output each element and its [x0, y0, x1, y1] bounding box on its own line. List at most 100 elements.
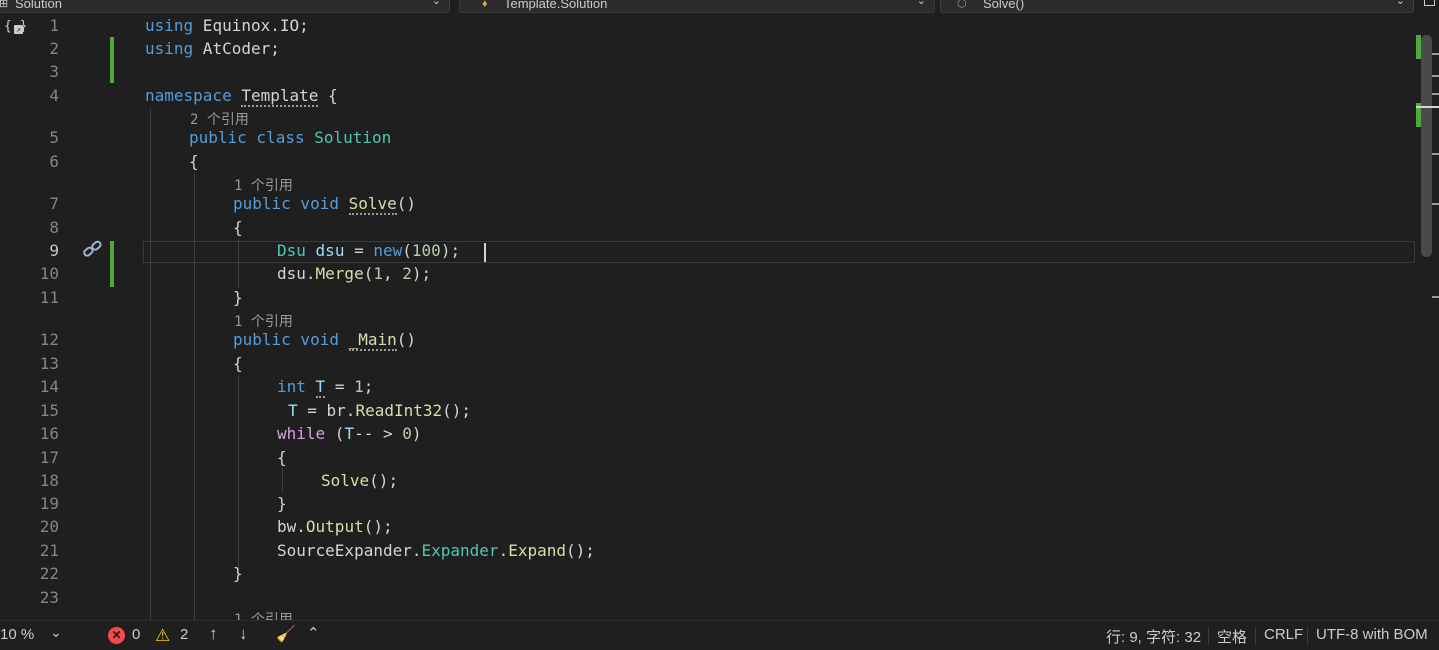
keyword: using: [145, 39, 194, 58]
code-text: ): [411, 424, 422, 443]
text-caret: [484, 243, 486, 262]
keyword: int: [277, 377, 306, 396]
code-text: {: [233, 218, 243, 237]
line-number: 3: [49, 62, 59, 81]
code-line[interactable]: {: [189, 152, 199, 171]
chevron-down-icon: ⌄: [1395, 0, 1405, 7]
line-number: 7: [49, 194, 59, 213]
code-line[interactable]: dsu.Merge(1, 2);: [277, 264, 431, 283]
warning-icon[interactable]: ⚠: [155, 626, 170, 646]
zoom-level[interactable]: 10 %: [0, 626, 34, 643]
number-literal: 2: [402, 264, 412, 283]
code-text: dsu.: [277, 264, 316, 283]
code-line[interactable]: }: [233, 564, 243, 583]
code-line[interactable]: {: [233, 218, 243, 237]
chevron-down-icon[interactable]: ⌄: [50, 624, 62, 641]
error-count[interactable]: 0: [132, 626, 140, 643]
line-number: 16: [39, 424, 59, 443]
line-number: 11: [39, 288, 59, 307]
line-number: 20: [39, 517, 59, 536]
chevron-down-icon: ⌄: [916, 0, 926, 7]
code-line[interactable]: T = br.ReadInt32();: [288, 401, 471, 420]
code-line[interactable]: using AtCoder;: [145, 39, 280, 58]
code-text: .: [498, 541, 509, 560]
link-icon[interactable]: [82, 240, 104, 260]
method-name: Output: [305, 517, 364, 536]
codelens-references[interactable]: 1 个引用: [234, 609, 293, 620]
line-number: 15: [39, 401, 59, 420]
member-dropdown[interactable]: ⬡ Solve() ⌄: [940, 0, 1414, 13]
code-line[interactable]: namespace Template {: [145, 86, 338, 107]
scrollbar-thumb[interactable]: [1421, 35, 1432, 257]
code-text: .: [411, 541, 422, 560]
code-text: SourceExpander: [277, 541, 412, 560]
line-number: 10: [39, 264, 59, 283]
indentation-mode[interactable]: 空格: [1217, 626, 1247, 647]
overview-marker: [1432, 153, 1439, 155]
cursor-position[interactable]: 行: 9, 字符: 32: [1106, 626, 1201, 647]
number-literal: 1: [373, 264, 383, 283]
code-line[interactable]: bw.Output();: [277, 517, 393, 536]
line-number: 19: [39, 494, 59, 513]
code-text: ();: [566, 541, 595, 560]
code-text: );: [440, 241, 461, 260]
overview-caret-marker: [1416, 106, 1439, 108]
code-cleanup-icon[interactable]: 🧹: [276, 624, 296, 644]
arrow-up-icon[interactable]: ↑: [209, 624, 218, 644]
codelens-references[interactable]: 2 个引用: [190, 109, 249, 129]
code-line[interactable]: }: [277, 494, 287, 513]
keyword: namespace: [145, 86, 232, 105]
code-text: Equinox.IO;: [193, 16, 309, 35]
code-text: ();: [363, 517, 393, 536]
class-icon: ⊞: [0, 0, 9, 10]
variable-name: T: [288, 401, 298, 420]
code-line[interactable]: {: [277, 448, 287, 467]
keyword: using: [145, 16, 194, 35]
code-editor[interactable]: { } ↗ 1 2 3 4 5 6 7 8 9 10 11 12 13 14 15…: [0, 13, 1439, 620]
code-line[interactable]: while (T-- > 0): [277, 424, 422, 443]
code-text: = br.: [297, 401, 356, 420]
member-dropdown-label: Solve(): [983, 0, 1025, 11]
control-keyword: while: [277, 424, 326, 443]
code-line[interactable]: public void _Main(): [233, 330, 416, 351]
codelens-references[interactable]: 1 个引用: [234, 311, 293, 331]
divider: [1307, 627, 1308, 645]
indent-guide: [282, 468, 283, 492]
code-line[interactable]: int T = 1;: [277, 377, 373, 398]
code-text: }: [277, 494, 287, 513]
type-dropdown[interactable]: ♦ Template.Solution ⌄: [459, 0, 935, 13]
code-line[interactable]: using Equinox.IO;: [145, 16, 309, 35]
code-line[interactable]: }: [233, 288, 243, 307]
line-ending[interactable]: CRLF: [1264, 626, 1303, 643]
code-line[interactable]: Solve();: [321, 471, 398, 490]
method-name: Merge: [315, 264, 364, 283]
split-window-icon[interactable]: [1424, 0, 1435, 6]
warning-count[interactable]: 2: [180, 626, 188, 643]
line-number: 5: [49, 128, 59, 147]
type-name: Dsu: [277, 241, 306, 260]
indent-guide: [238, 375, 239, 571]
code-line[interactable]: public void Solve(): [233, 194, 417, 215]
code-line[interactable]: SourceExpander.Expander.Expand();: [277, 541, 595, 560]
variable-name: dsu: [315, 241, 345, 260]
code-line[interactable]: public class Solution: [189, 128, 391, 147]
code-text: {: [189, 152, 199, 171]
divider: [1208, 627, 1209, 645]
arrow-down-icon[interactable]: ↓: [239, 624, 248, 644]
method-name: ReadInt32: [355, 401, 443, 420]
code-text: (): [396, 194, 417, 213]
codelens-references[interactable]: 1 个引用: [234, 175, 293, 195]
chevron-up-icon[interactable]: ⌃: [307, 624, 320, 642]
project-dropdown-label: Solution: [15, 0, 62, 11]
overview-marker: [1432, 203, 1439, 205]
code-text: }: [233, 564, 243, 583]
error-icon[interactable]: ✕: [108, 627, 125, 644]
navigation-bar: ⊞ Solution ⌄ ♦ Template.Solution ⌄ ⬡ Sol…: [0, 0, 1439, 13]
line-number: 13: [39, 354, 59, 373]
chevron-down-icon: ⌄: [431, 0, 441, 7]
file-encoding[interactable]: UTF-8 with BOM: [1316, 626, 1428, 643]
project-dropdown[interactable]: ⊞ Solution ⌄: [0, 0, 450, 13]
code-line-current[interactable]: Dsu dsu = new(100);: [277, 241, 460, 260]
class-name: Solution: [314, 128, 392, 147]
code-line[interactable]: {: [233, 354, 243, 373]
